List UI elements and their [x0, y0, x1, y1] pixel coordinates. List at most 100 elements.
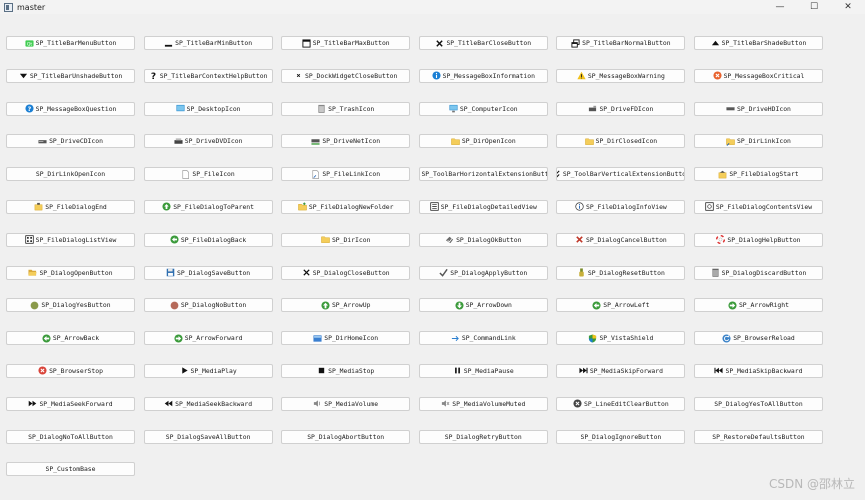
- pixmap-button[interactable]: SP_BrowserReload: [693, 331, 823, 346]
- pixmap-button[interactable]: SP_DialogNoButton: [143, 298, 273, 313]
- pixmap-button[interactable]: SP_MediaVolume: [281, 396, 411, 411]
- pixmap-button[interactable]: SP_MediaSeekForward: [6, 396, 135, 411]
- pixmap-button[interactable]: SP_DialogHelpButton: [693, 232, 823, 247]
- pixmap-button[interactable]: SP_VistaShield: [556, 331, 686, 346]
- pixmap-button[interactable]: SP_ArrowRight: [693, 298, 823, 313]
- pixmap-button[interactable]: SP_MediaSkipForward: [556, 363, 686, 378]
- pixmap-button[interactable]: SP_FileIcon: [143, 167, 273, 182]
- pixmap-button[interactable]: SP_DialogYesToAllButton: [693, 396, 823, 411]
- pixmap-button[interactable]: Qt SP_TitleBarMenuButton: [6, 36, 135, 50]
- pixmap-button[interactable]: SP_LineEditClearButton: [556, 396, 686, 411]
- pixmap-button[interactable]: SP_FileDialogStart: [693, 167, 823, 182]
- pixmap-button[interactable]: SP_ComputerIcon: [418, 101, 548, 116]
- pixmap-button[interactable]: SP_MediaPause: [418, 363, 548, 378]
- pixmap-button[interactable]: SP_FileDialogInfoView: [556, 199, 686, 214]
- pixmap-button[interactable]: SP_TitleBarMaxButton: [281, 36, 411, 50]
- pixmap-button[interactable]: ? SP_TitleBarContextHelpButton: [143, 68, 273, 83]
- pixmap-button[interactable]: SP_ToolBarVerticalExtensionButton: [556, 167, 686, 182]
- pixmap-button[interactable]: SP_DialogAbortButton: [281, 429, 411, 444]
- pixmap-button[interactable]: SP_DialogIgnoreButton: [556, 429, 686, 444]
- pixmap-button[interactable]: SP_DriveNetIcon: [281, 134, 411, 149]
- pixmap-button-label: SP_DialogCancelButton: [585, 235, 667, 244]
- folder-link-icon: [726, 137, 735, 146]
- pixmap-button[interactable]: SP_FileDialogContentsView: [693, 199, 823, 214]
- pixmap-button[interactable]: SP_DockWidgetCloseButton: [281, 68, 411, 83]
- pixmap-button[interactable]: SP_DriveFDIcon: [556, 101, 686, 116]
- pixmap-button[interactable]: SP_DriveCDIcon: [6, 134, 135, 149]
- shield-icon: [588, 334, 597, 343]
- close-button[interactable]: ✕: [831, 0, 865, 14]
- pixmap-button[interactable]: SP_FileDialogListView: [6, 232, 135, 247]
- pixmap-button[interactable]: SP_MessageBoxInformation: [418, 68, 548, 83]
- critical-icon: [713, 71, 722, 80]
- pixmap-button[interactable]: SP_DirHomeIcon: [281, 331, 411, 346]
- pixmap-button[interactable]: SP_MessageBoxWarning: [556, 68, 686, 83]
- pixmap-button[interactable]: SP_ArrowLeft: [556, 298, 686, 313]
- pixmap-button[interactable]: SP_BrowserStop: [6, 363, 135, 378]
- pixmap-button[interactable]: SP_DialogNoToAllButton: [6, 429, 135, 444]
- pixmap-button[interactable]: SP_DirClosedIcon: [556, 134, 686, 149]
- pixmap-button[interactable]: SP_MediaStop: [281, 363, 411, 378]
- pixmap-button[interactable]: SP_DialogOkButton: [418, 232, 548, 247]
- pixmap-button[interactable]: SP_MessageBoxCritical: [693, 68, 823, 83]
- pixmap-button[interactable]: SP_MediaVolumeMuted: [418, 396, 548, 411]
- pixmap-button[interactable]: SP_MediaPlay: [143, 363, 273, 378]
- pixmap-button[interactable]: SP_DirLinkIcon: [693, 134, 823, 149]
- pixmap-button[interactable]: SP_MediaSeekBackward: [143, 396, 273, 411]
- pixmap-button-label: SP_DriveCDIcon: [49, 137, 103, 146]
- folder-icon: [321, 235, 330, 244]
- pixmap-button[interactable]: SP_ArrowDown: [418, 298, 548, 313]
- pixmap-button[interactable]: SP_DialogRetryButton: [418, 429, 548, 444]
- pixmap-button[interactable]: SP_ArrowBack: [6, 331, 135, 346]
- pixmap-button[interactable]: SP_DriveDVDIcon: [143, 134, 273, 149]
- pixmap-button[interactable]: SP_CommandLink: [418, 331, 548, 346]
- pixmap-button[interactable]: SP_FileDialogEnd: [6, 199, 135, 214]
- volume-icon: [313, 399, 322, 408]
- pixmap-button-label: SP_ArrowDown: [465, 301, 512, 310]
- pixmap-button[interactable]: SP_ArrowUp: [281, 298, 411, 313]
- maximize-button[interactable]: ☐: [797, 0, 831, 14]
- pixmap-button[interactable]: SP_RestoreDefaultsButton: [693, 429, 823, 444]
- pixmap-button[interactable]: SP_DialogCloseButton: [281, 265, 411, 280]
- pixmap-button[interactable]: SP_DirOpenIcon: [418, 134, 548, 149]
- pixmap-button[interactable]: SP_DialogApplyButton: [418, 265, 548, 280]
- pixmap-button[interactable]: SP_TrashIcon: [281, 101, 411, 116]
- pixmap-button[interactable]: SP_ArrowForward: [143, 331, 273, 346]
- pixmap-button-label: SP_BrowserStop: [49, 366, 103, 375]
- pixmap-button[interactable]: SP_DialogCancelButton: [556, 232, 686, 247]
- minimize-button[interactable]: —: [763, 0, 797, 14]
- pixmap-button[interactable]: SP_TitleBarMinButton: [143, 36, 273, 50]
- pixmap-button[interactable]: SP_FileDialogDetailedView: [418, 199, 548, 214]
- pixmap-button[interactable]: SP_DialogDiscardButton: [693, 265, 823, 280]
- pixmap-button[interactable]: ? SP_MessageBoxQuestion: [6, 101, 135, 116]
- pixmap-button[interactable]: SP_FileDialogToParent: [143, 199, 273, 214]
- pixmap-button[interactable]: SP_ToolBarHorizontalExtensionButton: [418, 167, 548, 182]
- pixmap-button[interactable]: SP_DriveHDIcon: [693, 101, 823, 116]
- pixmap-button-label: SP_FileDialogListView: [35, 235, 117, 244]
- pixmap-button[interactable]: SP_DialogSaveAllButton: [143, 429, 273, 444]
- pixmap-button[interactable]: SP_TitleBarShadeButton: [693, 36, 823, 50]
- pixmap-button[interactable]: SP_DirLinkOpenIcon: [6, 167, 135, 182]
- pixmap-button[interactable]: SP_TitleBarCloseButton: [418, 36, 548, 50]
- stop-icon: [38, 366, 47, 376]
- pixmap-button-label: SP_DialogOpenButton: [39, 268, 113, 277]
- trash-icon: [317, 104, 326, 113]
- pixmap-button[interactable]: SP_DirIcon: [281, 232, 411, 247]
- pixmap-button[interactable]: SP_FileDialogBack: [143, 232, 273, 247]
- arrow-up-icon: [321, 301, 330, 310]
- seek-forward-icon: [28, 399, 37, 408]
- pixmap-button[interactable]: SP_FileLinkIcon: [281, 167, 411, 182]
- pixmap-button[interactable]: SP_TitleBarUnshadeButton: [6, 68, 135, 83]
- apply-icon: [439, 268, 448, 277]
- pixmap-button[interactable]: SP_FileDialogNewFolder: [281, 199, 411, 214]
- pixmap-button[interactable]: SP_DesktopIcon: [143, 101, 273, 116]
- pixmap-button[interactable]: SP_DialogOpenButton: [6, 265, 135, 280]
- pixmap-button[interactable]: SP_DialogResetButton: [556, 265, 686, 280]
- pixmap-button-label: SP_TitleBarMenuButton: [35, 39, 117, 47]
- reload-icon: [722, 334, 731, 343]
- pixmap-button[interactable]: SP_CustomBase: [6, 462, 135, 477]
- pixmap-button[interactable]: SP_DialogSaveButton: [143, 265, 273, 280]
- pixmap-button[interactable]: SP_DialogYesButton: [6, 298, 135, 313]
- pixmap-button[interactable]: SP_TitleBarNormalButton: [556, 36, 686, 50]
- pixmap-button[interactable]: SP_MediaSkipBackward: [693, 363, 823, 378]
